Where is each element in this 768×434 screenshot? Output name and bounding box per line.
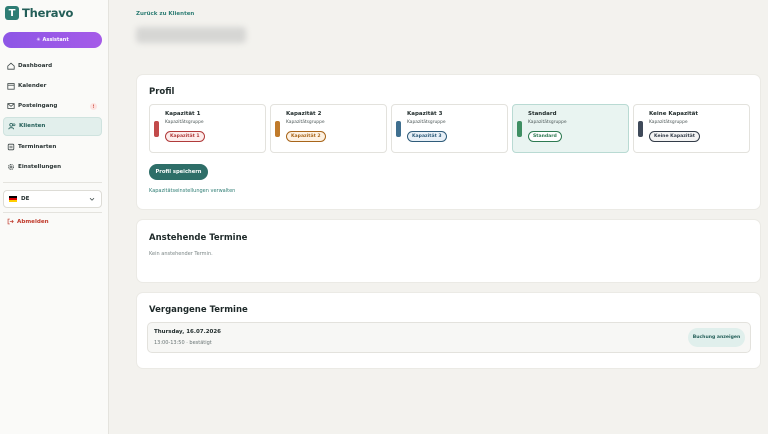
capacity-options: Kapazität 1 Kapazitätsgruppe Kapazität 1…: [149, 104, 750, 153]
upcoming-appointments-card: Anstehende Termine Kein anstehender Term…: [136, 219, 761, 283]
capacity-subtitle: Kapazitätsgruppe: [407, 120, 446, 125]
capacity-title: Kapazität 1: [165, 111, 201, 117]
capacity-title: Kapazität 3: [407, 111, 443, 117]
capacity-option-3[interactable]: Kapazität 3 Kapazitätsgruppe Kapazität 3: [391, 104, 508, 153]
capacity-option-1[interactable]: Kapazität 1 Kapazitätsgruppe Kapazität 1: [149, 104, 266, 153]
profile-title: Profil: [149, 87, 175, 97]
capacity-title: Keine Kapazität: [649, 111, 699, 117]
sparkle-icon: ✳: [36, 37, 41, 43]
manage-capacity-link[interactable]: Kapazitätseinstellungen verwalten: [149, 188, 235, 194]
flag-de-icon: [9, 196, 17, 202]
logo-mark: T: [5, 6, 19, 20]
sidebar-item-label: Terminarten: [18, 143, 57, 150]
capacity-pill: Keine Kapazität: [649, 131, 700, 142]
sidebar-item-posteingang[interactable]: Posteingang !: [3, 97, 102, 116]
capacity-pill: Kapazität 2: [286, 131, 326, 142]
capacity-color-bar: [396, 121, 401, 137]
sidebar-item-label: Kalender: [18, 82, 47, 89]
sidebar-item-terminarten[interactable]: Terminarten: [3, 137, 102, 156]
capacity-subtitle: Kapazitätsgruppe: [649, 120, 688, 125]
capacity-subtitle: Kapazitätsgruppe: [165, 120, 204, 125]
layers-icon: [7, 143, 15, 151]
sidebar-nav: Dashboard Kalender Posteingang ! Kliente…: [3, 56, 102, 178]
client-name-redacted: [136, 27, 246, 43]
logout-button[interactable]: Abmelden: [7, 218, 49, 225]
logout-label: Abmelden: [17, 218, 49, 225]
view-booking-button[interactable]: Buchung anzeigen: [688, 328, 745, 347]
sidebar-item-einstellungen[interactable]: Einstellungen: [3, 157, 102, 176]
capacity-color-bar: [638, 121, 643, 137]
capacity-pill: Kapazität 3: [407, 131, 447, 142]
app-name: Theravo: [22, 6, 74, 20]
inbox-icon: [7, 102, 15, 110]
past-title: Vergangene Termine: [149, 305, 248, 315]
save-profile-button[interactable]: Profil speichern: [149, 164, 208, 180]
capacity-subtitle: Kapazitätsgruppe: [286, 120, 325, 125]
home-icon: [7, 62, 15, 70]
users-icon: [8, 122, 16, 130]
capacity-subtitle: Kapazitätsgruppe: [528, 120, 567, 125]
appointment-date: Thursday, 16.07.2026: [154, 329, 222, 335]
appointment-row: Thursday, 16.07.2026 13:00-13:50 · bestä…: [147, 322, 751, 353]
sidebar-item-dashboard[interactable]: Dashboard: [3, 56, 102, 75]
appointment-time-status: 13:00-13:50 · bestätigt: [154, 340, 212, 346]
capacity-title: Kapazität 2: [286, 111, 322, 117]
sidebar-item-klienten[interactable]: Klienten: [3, 116, 102, 136]
capacity-color-bar: [517, 121, 522, 137]
capacity-option-none[interactable]: Keine Kapazität Kapazitätsgruppe Keine K…: [633, 104, 750, 153]
profile-card: Profil Kapazität 1 Kapazitätsgruppe Kapa…: [136, 74, 761, 210]
sidebar-item-label: Dashboard: [18, 62, 53, 69]
app-logo[interactable]: T Theravo: [5, 6, 73, 20]
sidebar-item-label: Posteingang: [18, 103, 58, 110]
upcoming-empty-text: Kein anstehender Termin.: [149, 251, 213, 257]
capacity-pill: Kapazität 1: [165, 131, 205, 142]
assistant-button[interactable]: ✳ Assistant: [3, 32, 102, 48]
back-to-clients-link[interactable]: Zurück zu Klienten: [136, 11, 194, 17]
capacity-color-bar: [154, 121, 159, 137]
chevron-down-icon: [89, 197, 95, 201]
sidebar-item-kalender[interactable]: Kalender: [3, 76, 102, 95]
language-value: DE: [21, 196, 30, 202]
sidebar: T Theravo ✳ Assistant Dashboard Kalender…: [0, 0, 109, 434]
capacity-title: Standard: [528, 111, 557, 117]
sidebar-item-label: Klienten: [19, 123, 46, 130]
inbox-badge: !: [90, 102, 97, 110]
capacity-option-standard[interactable]: Standard Kapazitätsgruppe Standard: [512, 104, 629, 153]
calendar-icon: [7, 82, 15, 90]
capacity-option-2[interactable]: Kapazität 2 Kapazitätsgruppe Kapazität 2: [270, 104, 387, 153]
logout-icon: [7, 218, 14, 225]
capacity-pill: Standard: [528, 131, 562, 142]
sidebar-divider: [3, 182, 102, 183]
sidebar-divider: [3, 212, 102, 213]
capacity-color-bar: [275, 121, 280, 137]
sidebar-item-label: Einstellungen: [18, 163, 62, 170]
gear-icon: [7, 163, 15, 171]
upcoming-title: Anstehende Termine: [149, 233, 248, 243]
past-appointments-card: Vergangene Termine Thursday, 16.07.2026 …: [136, 292, 761, 369]
assistant-label: Assistant: [42, 37, 69, 43]
language-select[interactable]: DE: [3, 190, 102, 208]
